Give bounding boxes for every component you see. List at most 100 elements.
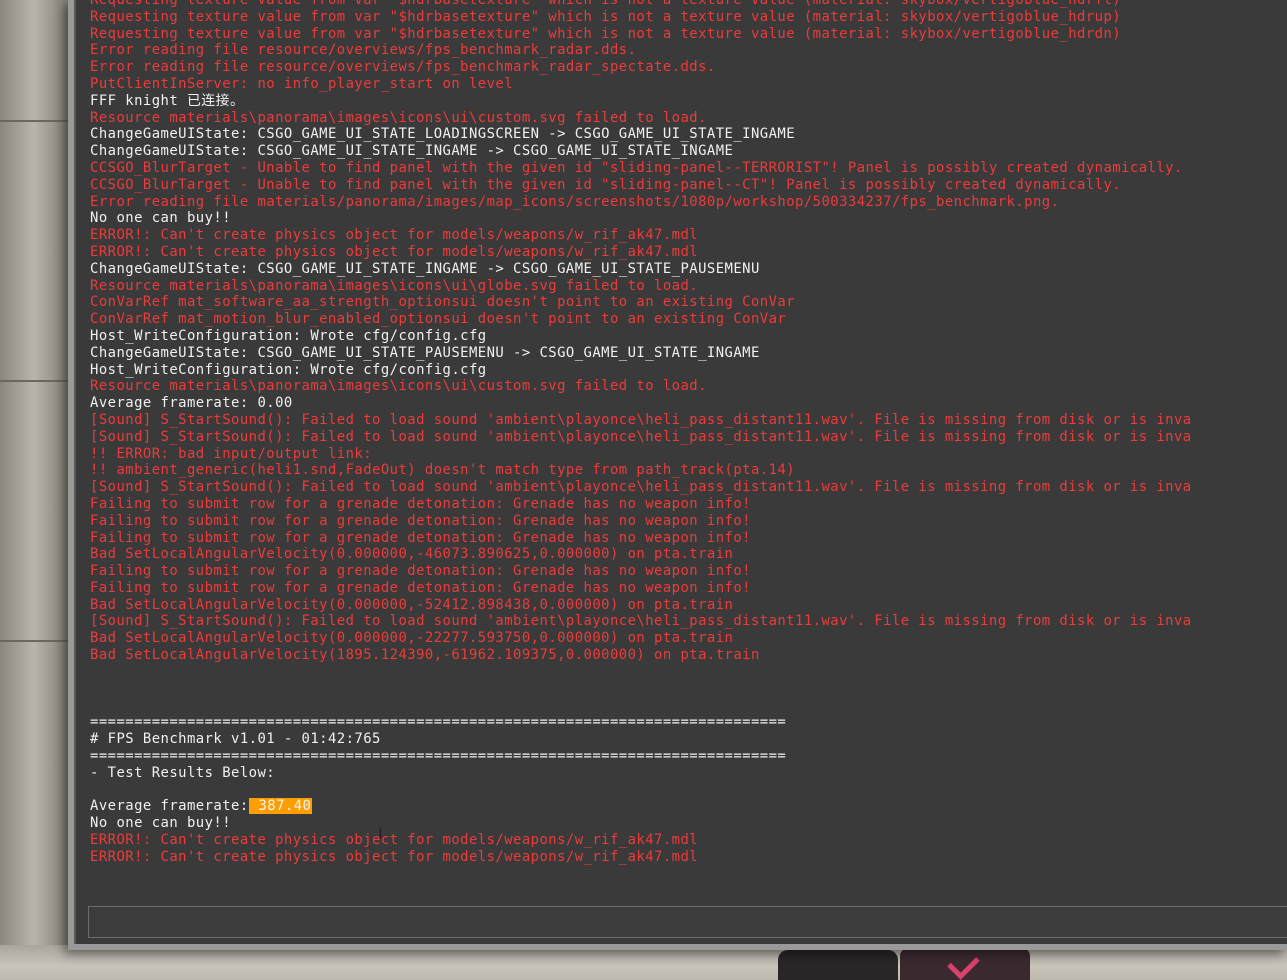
game-scene-figure [778, 950, 898, 980]
console-log-text: No one can buy!! [90, 815, 232, 832]
console-log-line: [Sound] S_StartSound(): Failed to load s… [90, 479, 1287, 496]
console-log-line: No one can buy!! [90, 815, 1287, 832]
console-log-line: Average framerate: 0.00 [90, 395, 1287, 412]
console-log-text: !! ambient_generic(heli1.snd,FadeOut) do… [90, 462, 796, 479]
console-log-line: ChangeGameUIState: CSGO_GAME_UI_STATE_IN… [90, 261, 1287, 278]
console-log-line: !! ambient_generic(heli1.snd,FadeOut) do… [90, 462, 1287, 479]
console-log-line: PutClientInServer: no info_player_start … [90, 76, 1287, 93]
console-log-text: ConVarRef mat_motion_blur_enabled_option… [90, 311, 787, 328]
console-log-line: Requesting texture value from var "$hdrb… [90, 9, 1287, 26]
console-log-line: Resource materials\panorama\images\icons… [90, 110, 1287, 127]
console-command-input[interactable] [89, 907, 1287, 937]
console-log-line: ConVarRef mat_motion_blur_enabled_option… [90, 311, 1287, 328]
console-log-line: FFF knight 已连接。 [90, 93, 1287, 110]
game-scene-floor [0, 945, 1287, 980]
framerate-result-highlight: 387.40 [248, 798, 313, 815]
console-log-line [90, 664, 1287, 681]
console-log-line: - Test Results Below: [90, 765, 1287, 782]
console-log-line: CCSGO_BlurTarget - Unable to find panel … [90, 160, 1287, 177]
console-log-line: Requesting texture value from var "$hdrb… [90, 0, 1287, 9]
console-input-row[interactable] [88, 906, 1287, 938]
console-log-line: CCSGO_BlurTarget - Unable to find panel … [90, 177, 1287, 194]
console-log-text: Failing to submit row for a grenade deto… [90, 579, 751, 596]
console-log-text: Host_WriteConfiguration: Wrote cfg/confi… [90, 361, 487, 378]
console-log-text: No one can buy!! [90, 210, 232, 227]
console-log-text: [Sound] S_StartSound(): Failed to load s… [90, 479, 1192, 496]
console-log-line: ChangeGameUIState: CSGO_GAME_UI_STATE_LO… [90, 126, 1287, 143]
console-log-text: [Sound] S_StartSound(): Failed to load s… [90, 613, 1192, 630]
console-log-text: Error reading file resource/overviews/fp… [90, 59, 716, 76]
console-log-text: Bad SetLocalAngularVelocity(0.000000,-52… [90, 596, 734, 613]
console-log-text: ERROR!: Can't create physics object for … [90, 831, 699, 848]
text-cursor-icon: I [378, 824, 383, 843]
console-log-line: ConVarRef mat_software_aa_strength_optio… [90, 294, 1287, 311]
game-scene-wall [0, 0, 75, 980]
console-log[interactable]: Requesting texture value from var "$hdrb… [90, 0, 1287, 884]
console-log-line: Failing to submit row for a grenade deto… [90, 530, 1287, 547]
console-log-line: Resource materials\panorama\images\icons… [90, 378, 1287, 395]
console-log-line: Error reading file materials/panorama/im… [90, 194, 1287, 211]
console-log-text: ChangeGameUIState: CSGO_GAME_UI_STATE_LO… [90, 126, 796, 143]
console-log-text: Failing to submit row for a grenade deto… [90, 529, 751, 546]
console-log-line: Bad SetLocalAngularVelocity(0.000000,-46… [90, 546, 1287, 563]
console-log-text: ERROR!: Can't create physics object for … [90, 227, 699, 244]
developer-console-window[interactable]: Requesting texture value from var "$hdrb… [68, 0, 1287, 950]
console-log-line: ERROR!: Can't create physics object for … [90, 849, 1287, 866]
console-log-text: Failing to submit row for a grenade deto… [90, 512, 751, 529]
console-log-line: Bad SetLocalAngularVelocity(1895.124390,… [90, 647, 1287, 664]
console-log-text: ERROR!: Can't create physics object for … [90, 848, 699, 865]
console-log-line: Failing to submit row for a grenade deto… [90, 513, 1287, 530]
console-log-text: Bad SetLocalAngularVelocity(0.000000,-22… [90, 630, 734, 647]
console-log-line: Bad SetLocalAngularVelocity(0.000000,-52… [90, 597, 1287, 614]
console-log-text: - Test Results Below: [90, 764, 276, 781]
console-log-text: Bad SetLocalAngularVelocity(0.000000,-46… [90, 546, 734, 563]
console-log-text: CCSGO_BlurTarget - Unable to find panel … [90, 159, 1183, 176]
console-log-text: ChangeGameUIState: CSGO_GAME_UI_STATE_IN… [90, 260, 760, 277]
console-log-line: Bad SetLocalAngularVelocity(0.000000,-22… [90, 630, 1287, 647]
chevron-logo-icon [947, 947, 980, 980]
console-log-line: Failing to submit row for a grenade deto… [90, 580, 1287, 597]
console-log-text: ConVarRef mat_software_aa_strength_optio… [90, 294, 796, 311]
console-log-line: Resource materials\panorama\images\icons… [90, 278, 1287, 295]
console-log-line: ERROR!: Can't create physics object for … [90, 244, 1287, 261]
console-log-line: ERROR!: Can't create physics object for … [90, 227, 1287, 244]
console-log-line: Failing to submit row for a grenade deto… [90, 496, 1287, 513]
console-log-text: Resource materials\panorama\images\icons… [90, 378, 707, 395]
console-log-text: Failing to submit row for a grenade deto… [90, 563, 751, 580]
console-log-text: !! ERROR: bad input/output link: [90, 445, 373, 462]
console-log-text: Requesting texture value from var "$hdrb… [90, 25, 1122, 42]
console-log-text: Resource materials\panorama\images\icons… [90, 109, 707, 126]
console-log-line [90, 781, 1287, 798]
console-log-text: # FPS Benchmark v1.01 - 01:42:765 [90, 731, 381, 748]
console-panel: Requesting texture value from var "$hdrb… [74, 0, 1287, 944]
console-log-line: ERROR!: Can't create physics object for … [90, 832, 1287, 849]
console-log-line: !! ERROR: bad input/output link: [90, 446, 1287, 463]
console-log-line: Failing to submit row for a grenade deto… [90, 563, 1287, 580]
console-log-line: No one can buy!! [90, 210, 1287, 227]
console-log-text: CCSGO_BlurTarget - Unable to find panel … [90, 176, 1122, 193]
console-log-text: Error reading file materials/panorama/im… [90, 193, 1060, 210]
game-scene-figure-logo [900, 947, 1030, 980]
console-log-line: ChangeGameUIState: CSGO_GAME_UI_STATE_IN… [90, 143, 1287, 160]
console-log-line [90, 697, 1287, 714]
console-log-text: Requesting texture value from var "$hdrb… [90, 8, 1122, 25]
console-log-line: Host_WriteConfiguration: Wrote cfg/confi… [90, 362, 1287, 379]
console-log-line: [Sound] S_StartSound(): Failed to load s… [90, 412, 1287, 429]
console-log-text: Failing to submit row for a grenade deto… [90, 495, 751, 512]
console-log-line: [Sound] S_StartSound(): Failed to load s… [90, 613, 1287, 630]
console-log-text: [Sound] S_StartSound(): Failed to load s… [90, 428, 1192, 445]
console-log-text: ERROR!: Can't create physics object for … [90, 243, 699, 260]
console-log-line: [Sound] S_StartSound(): Failed to load s… [90, 429, 1287, 446]
console-log-text: Requesting texture value from var "$hdrb… [90, 0, 1122, 8]
console-log-text: ========================================… [90, 714, 787, 731]
console-log-line: Error reading file resource/overviews/fp… [90, 42, 1287, 59]
console-log-text: ChangeGameUIState: CSGO_GAME_UI_STATE_PA… [90, 344, 760, 361]
console-log-text: Bad SetLocalAngularVelocity(1895.124390,… [90, 647, 760, 664]
console-log-text: [Sound] S_StartSound(): Failed to load s… [90, 411, 1192, 428]
console-log-text: PutClientInServer: no info_player_start … [90, 75, 514, 92]
console-log-line: Average framerate: 387.40 [90, 798, 1287, 815]
console-log-line: Requesting texture value from var "$hdrb… [90, 26, 1287, 43]
console-log-line: Host_WriteConfiguration: Wrote cfg/confi… [90, 328, 1287, 345]
console-log-text: Resource materials\panorama\images\icons… [90, 277, 699, 294]
console-log-text: ========================================… [90, 747, 787, 764]
